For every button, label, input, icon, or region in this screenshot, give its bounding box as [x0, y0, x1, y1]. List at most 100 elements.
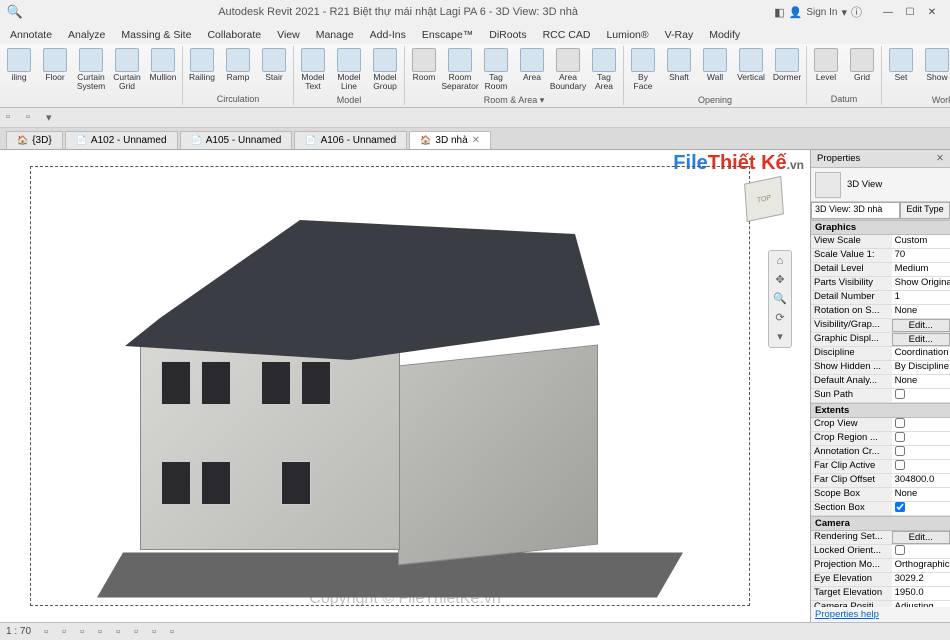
- property-value[interactable]: [892, 460, 950, 473]
- ribbon-tool[interactable]: TagArea: [587, 46, 621, 94]
- viewcube[interactable]: TOP: [736, 174, 792, 230]
- info-icon[interactable]: ⓘ: [851, 4, 862, 20]
- pan-icon[interactable]: ✥: [775, 273, 784, 286]
- properties-type[interactable]: 3D View: [811, 168, 950, 202]
- zoom-icon[interactable]: 🔍: [773, 292, 787, 305]
- property-value[interactable]: Edit...: [892, 319, 950, 332]
- ribbon-tab[interactable]: Collaborate: [199, 26, 269, 44]
- properties-help-link[interactable]: Properties help: [811, 607, 950, 622]
- property-value[interactable]: 3029.2: [892, 573, 950, 586]
- search-icon[interactable]: 🔍: [8, 5, 22, 19]
- property-value[interactable]: None: [892, 305, 950, 318]
- ribbon-tool[interactable]: Floor: [38, 46, 72, 103]
- close-tab-icon[interactable]: ✕: [472, 135, 480, 146]
- property-value[interactable]: By Discipline: [892, 361, 950, 374]
- property-value[interactable]: 1950.0: [892, 587, 950, 600]
- property-section-header[interactable]: Graphics: [811, 220, 950, 235]
- ribbon-tab[interactable]: Manage: [308, 26, 362, 44]
- orbit-icon[interactable]: ⟳: [775, 311, 784, 324]
- maximize-button[interactable]: ☐: [900, 4, 920, 20]
- status-icon[interactable]: ▫: [111, 625, 125, 639]
- property-value[interactable]: [892, 389, 950, 402]
- property-value[interactable]: Show Original: [892, 277, 950, 290]
- status-icon[interactable]: ▫: [93, 625, 107, 639]
- ribbon-tab[interactable]: DiRoots: [481, 26, 534, 44]
- ribbon-tool[interactable]: ModelLine: [332, 46, 366, 94]
- ribbon-tab[interactable]: Massing & Site: [113, 26, 199, 44]
- ribbon-tool[interactable]: CurtainGrid: [110, 46, 144, 103]
- ribbon-tab[interactable]: Analyze: [60, 26, 113, 44]
- home-icon[interactable]: ⌂: [777, 255, 784, 267]
- property-value[interactable]: [892, 418, 950, 431]
- document-tab[interactable]: 🏠{3D}: [6, 131, 63, 149]
- document-tab[interactable]: 📄A106 - Unnamed: [294, 131, 407, 149]
- help-icon[interactable]: ▾: [841, 6, 847, 19]
- property-checkbox[interactable]: [895, 446, 905, 456]
- ribbon-tool[interactable]: TagRoom: [479, 46, 513, 94]
- ribbon-tool[interactable]: Mullion: [146, 46, 180, 103]
- ribbon-tool[interactable]: Room: [407, 46, 441, 94]
- close-button[interactable]: ✕: [922, 4, 942, 20]
- qat-dropdown-icon[interactable]: ▾: [46, 111, 60, 125]
- ribbon-tool[interactable]: Area: [515, 46, 549, 94]
- property-section-header[interactable]: Extents: [811, 403, 950, 418]
- document-tab[interactable]: 🏠3D nhà✕: [409, 131, 491, 149]
- status-icon[interactable]: ▫: [129, 625, 143, 639]
- ribbon-tab[interactable]: Lumion®: [598, 26, 656, 44]
- property-value[interactable]: 1: [892, 291, 950, 304]
- ribbon-tool[interactable]: AreaBoundary: [551, 46, 585, 94]
- property-value[interactable]: None: [892, 488, 950, 501]
- property-value[interactable]: None: [892, 375, 950, 388]
- property-checkbox[interactable]: [895, 418, 905, 428]
- property-checkbox[interactable]: [895, 432, 905, 442]
- property-value[interactable]: 70: [892, 249, 950, 262]
- property-value[interactable]: Edit...: [892, 531, 950, 544]
- ribbon-tool[interactable]: Vertical: [734, 46, 768, 94]
- property-value[interactable]: [892, 446, 950, 459]
- ribbon-tool[interactable]: Railing: [185, 46, 219, 93]
- viewport[interactable]: FileThiết Kế.vn TOP ⌂ ✥ 🔍 ⟳ ▾ Cop: [0, 150, 810, 622]
- property-value[interactable]: 304800.0: [892, 474, 950, 487]
- ribbon-tab[interactable]: V-Ray: [657, 26, 702, 44]
- user-icon[interactable]: 👤: [789, 6, 803, 19]
- ribbon-tool[interactable]: iling: [2, 46, 36, 103]
- ribbon-tool[interactable]: Shaft: [662, 46, 696, 94]
- navigation-bar[interactable]: ⌂ ✥ 🔍 ⟳ ▾: [768, 250, 792, 348]
- property-value[interactable]: Medium: [892, 263, 950, 276]
- property-checkbox[interactable]: [895, 460, 905, 470]
- close-icon[interactable]: ✕: [936, 153, 944, 164]
- ribbon-tab[interactable]: Add-Ins: [362, 26, 414, 44]
- edit-type-button[interactable]: Edit Type: [900, 202, 950, 219]
- ribbon-tool[interactable]: ModelGroup: [368, 46, 402, 94]
- property-value[interactable]: Orthographic: [892, 559, 950, 572]
- ribbon-tool[interactable]: Show: [920, 46, 950, 94]
- ribbon-tool[interactable]: Ramp: [221, 46, 255, 93]
- minimize-button[interactable]: —: [878, 4, 898, 20]
- ribbon-tab[interactable]: RCC CAD: [535, 26, 599, 44]
- ribbon-tool[interactable]: ModelText: [296, 46, 330, 94]
- ribbon-tab[interactable]: Annotate: [2, 26, 60, 44]
- status-icon[interactable]: ▫: [165, 625, 179, 639]
- property-value[interactable]: Coordination: [892, 347, 950, 360]
- property-value[interactable]: [892, 432, 950, 445]
- ribbon-tab[interactable]: Enscape™: [414, 26, 481, 44]
- property-checkbox[interactable]: [895, 545, 905, 555]
- ribbon-tool[interactable]: Grid: [845, 46, 879, 93]
- document-tab[interactable]: 📄A105 - Unnamed: [180, 131, 293, 149]
- recent-icon[interactable]: ◧: [774, 6, 784, 19]
- property-section-header[interactable]: Camera: [811, 516, 950, 531]
- type-selector[interactable]: 3D View: 3D nhà: [811, 202, 900, 219]
- qat-icon[interactable]: ▫: [26, 111, 40, 125]
- status-icon[interactable]: ▫: [147, 625, 161, 639]
- ribbon-tool[interactable]: Level: [809, 46, 843, 93]
- ribbon-tab[interactable]: Modify: [701, 26, 748, 44]
- status-icon[interactable]: ▫: [39, 625, 53, 639]
- qat-icon[interactable]: ▫: [6, 111, 20, 125]
- signin-label[interactable]: Sign In: [806, 7, 837, 18]
- status-icon[interactable]: ▫: [75, 625, 89, 639]
- scale-label[interactable]: 1 : 70: [6, 626, 31, 637]
- ribbon-tool[interactable]: Stair: [257, 46, 291, 93]
- property-value[interactable]: [892, 502, 950, 515]
- config-icon[interactable]: ▾: [777, 330, 783, 343]
- property-checkbox[interactable]: [895, 389, 905, 399]
